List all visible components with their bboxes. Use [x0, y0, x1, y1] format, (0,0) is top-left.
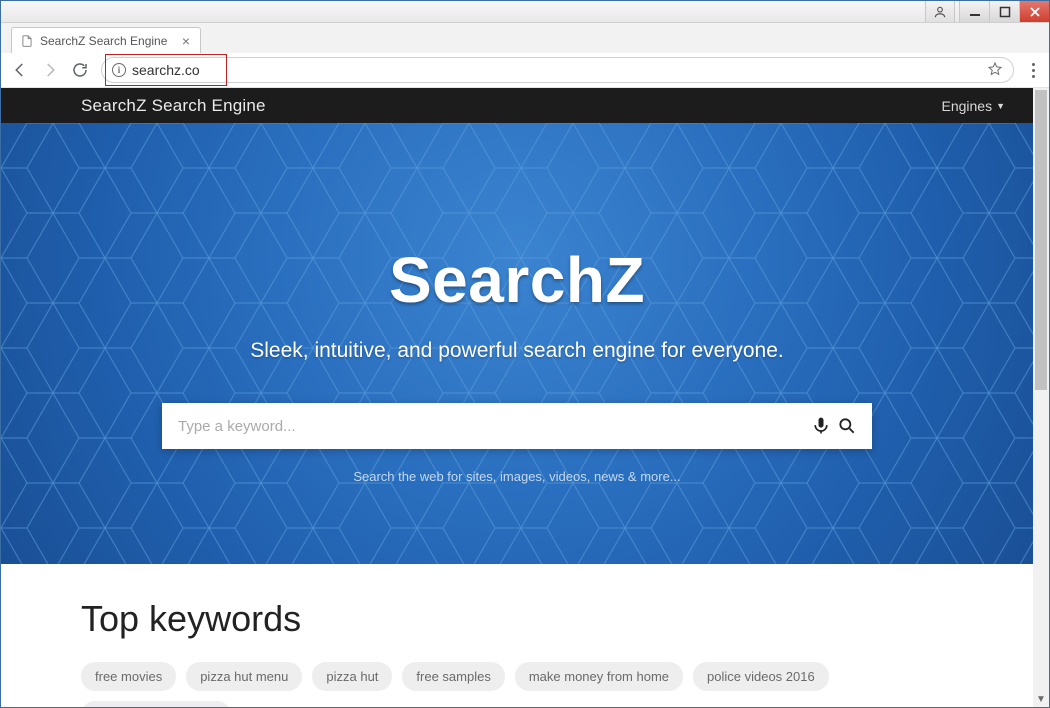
top-keywords-section: Top keywords free movies pizza hut menu … — [1, 564, 1033, 707]
window-titlebar — [1, 1, 1049, 23]
forward-button[interactable] — [41, 61, 59, 79]
keyword-chip[interactable]: free samples — [402, 662, 504, 691]
window-minimize-button[interactable] — [959, 1, 989, 22]
scroll-down-icon[interactable]: ▼ — [1033, 691, 1049, 707]
user-account-button[interactable] — [925, 1, 955, 22]
window-close-button[interactable] — [1019, 1, 1049, 22]
vertical-scrollbar[interactable]: ▲ ▼ — [1033, 88, 1049, 707]
browser-tab[interactable]: SearchZ Search Engine × — [11, 27, 201, 53]
browser-menu-button[interactable] — [1026, 63, 1041, 78]
keyword-chip[interactable]: pizza hut — [312, 662, 392, 691]
hero-hint-text: Search the web for sites, images, videos… — [353, 469, 680, 484]
tab-close-icon[interactable]: × — [182, 34, 190, 48]
scrollbar-thumb[interactable] — [1035, 90, 1047, 390]
back-button[interactable] — [11, 61, 29, 79]
site-info-icon[interactable]: i — [112, 63, 126, 77]
site-header-bar: SearchZ Search Engine Engines ▼ — [1, 88, 1033, 123]
search-box — [162, 403, 872, 449]
search-input[interactable] — [178, 418, 808, 435]
page-viewport: ▲ ▼ SearchZ Search Engine Engines ▼ Sear… — [1, 88, 1049, 707]
keyword-chip[interactable]: answer parent center — [81, 701, 231, 707]
keyword-chip[interactable]: police videos 2016 — [693, 662, 829, 691]
hero-section: SearchZ Sleek, intuitive, and powerful s… — [1, 123, 1033, 564]
url-input[interactable]: i searchz.co — [101, 57, 1014, 83]
bookmark-star-icon[interactable] — [987, 61, 1003, 80]
url-text: searchz.co — [132, 62, 200, 78]
search-icon[interactable] — [834, 413, 860, 439]
address-bar: i searchz.co — [1, 53, 1049, 88]
site-brand[interactable]: SearchZ Search Engine — [81, 96, 266, 116]
microphone-icon[interactable] — [808, 413, 834, 439]
chevron-down-icon: ▼ — [996, 101, 1005, 111]
tab-strip: SearchZ Search Engine × — [1, 23, 1049, 53]
engines-dropdown[interactable]: Engines ▼ — [941, 98, 1005, 114]
hero-title: SearchZ — [389, 243, 645, 317]
reload-button[interactable] — [71, 61, 89, 79]
tab-title: SearchZ Search Engine — [40, 34, 167, 48]
keyword-chip[interactable]: free movies — [81, 662, 176, 691]
keyword-chip[interactable]: pizza hut menu — [186, 662, 302, 691]
page-favicon-icon — [20, 34, 34, 48]
hero-subtitle: Sleek, intuitive, and powerful search en… — [250, 339, 783, 363]
keyword-chip[interactable]: make money from home — [515, 662, 683, 691]
window-maximize-button[interactable] — [989, 1, 1019, 22]
top-keywords-heading: Top keywords — [81, 598, 953, 640]
keyword-chip-list: free movies pizza hut menu pizza hut fre… — [81, 662, 953, 707]
engines-label: Engines — [941, 98, 992, 114]
